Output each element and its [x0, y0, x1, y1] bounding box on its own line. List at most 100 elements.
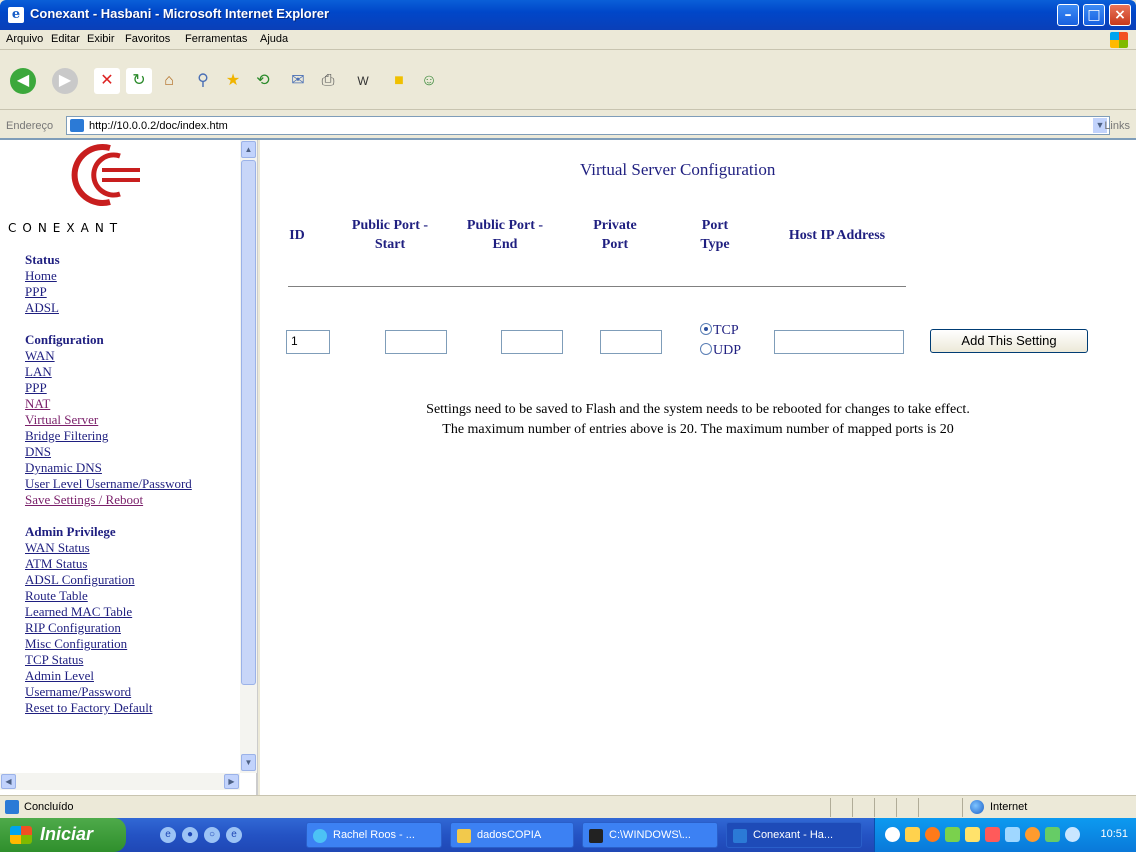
nav-learned-mac-table[interactable]: Learned MAC Table — [25, 604, 192, 620]
address-label: Endereço — [6, 120, 54, 132]
quicklaunch-icon[interactable]: e — [226, 827, 242, 843]
nav-vertical-scrollbar[interactable]: ▲ ▼ — [240, 140, 257, 773]
note-max-entries: The maximum number of entries above is 2… — [442, 422, 954, 437]
status-bar: Concluído Internet — [0, 795, 1136, 818]
tray-icon[interactable] — [1045, 827, 1060, 842]
scroll-up-icon[interactable]: ▲ — [241, 141, 256, 158]
nav-reset-factory-default[interactable]: Reset to Factory Default — [25, 700, 192, 716]
radio-udp-indicator[interactable] — [700, 343, 712, 355]
nav-nat[interactable]: NAT — [25, 396, 192, 412]
maximize-button[interactable]: □ — [1083, 4, 1105, 26]
tray-icon[interactable] — [945, 827, 960, 842]
nav-wan[interactable]: WAN — [25, 348, 192, 364]
nav-adsl-configuration[interactable]: ADSL Configuration — [25, 572, 192, 588]
minimize-button[interactable]: – — [1057, 4, 1079, 26]
close-button[interactable]: × — [1109, 4, 1131, 26]
favorites-icon[interactable]: ★ — [220, 68, 246, 94]
print-icon[interactable]: ⎙ — [315, 68, 341, 94]
tray-icon[interactable] — [1025, 827, 1040, 842]
nav-username-password[interactable]: Username/Password — [25, 684, 192, 700]
nav-horizontal-scrollbar[interactable]: ◀ ▶ — [0, 773, 240, 790]
back-icon[interactable]: ◀ — [10, 68, 36, 94]
refresh-icon[interactable]: ↻ — [126, 68, 152, 94]
stop-icon[interactable]: ✕ — [94, 68, 120, 94]
tray-star-icon[interactable] — [965, 827, 980, 842]
id-input[interactable]: 1 — [286, 330, 330, 354]
task-conexant[interactable]: Conexant - Ha... — [726, 822, 862, 848]
quicklaunch-icon[interactable]: ● — [182, 827, 198, 843]
search-icon[interactable]: ⚲ — [190, 68, 216, 94]
quicklaunch-icon[interactable]: e — [160, 827, 176, 843]
page-title: Virtual Server Configuration — [580, 160, 776, 179]
status-divider — [962, 798, 963, 817]
nav-user-level-password[interactable]: User Level Username/Password — [25, 476, 192, 492]
radio-tcp[interactable]: TCP — [700, 323, 739, 339]
page-done-icon — [5, 800, 19, 814]
scroll-left-icon[interactable]: ◀ — [1, 774, 16, 789]
messenger-icon — [313, 829, 327, 843]
nav-save-reboot[interactable]: Save Settings / Reboot — [25, 492, 192, 508]
nav-tcp-status[interactable]: TCP Status — [25, 652, 192, 668]
nav-lan[interactable]: LAN — [25, 364, 192, 380]
scroll-thumb[interactable] — [241, 160, 256, 685]
nav-bridge-filtering[interactable]: Bridge Filtering — [25, 428, 192, 444]
nav-misc-configuration[interactable]: Misc Configuration — [25, 636, 192, 652]
tray-network-icon[interactable] — [1005, 827, 1020, 842]
host-ip-input[interactable] — [774, 330, 904, 354]
scroll-down-icon[interactable]: ▼ — [241, 754, 256, 771]
address-input[interactable]: http://10.0.0.2/doc/index.htm ▼ — [66, 116, 1110, 135]
scroll-right-icon[interactable]: ▶ — [224, 774, 239, 789]
ie-window: e Conexant - Hasbani - Microsoft Interne… — [0, 0, 1136, 852]
tray-icon[interactable] — [885, 827, 900, 842]
menu-favoritos[interactable]: Favoritos — [125, 33, 170, 45]
tray-icon[interactable] — [985, 827, 1000, 842]
home-icon[interactable]: ⌂ — [156, 68, 182, 94]
task-dadoscopia[interactable]: dadosCOPIA — [450, 822, 574, 848]
start-label: Iniciar — [40, 824, 94, 844]
nav-home[interactable]: Home — [25, 268, 192, 284]
nav-adsl[interactable]: ADSL — [25, 300, 192, 316]
quicklaunch-search-icon[interactable]: ○ — [204, 827, 220, 843]
menu-ferramentas[interactable]: Ferramentas — [185, 33, 247, 45]
nav-route-table[interactable]: Route Table — [25, 588, 192, 604]
menu-exibir[interactable]: Exibir — [87, 33, 115, 45]
links-button[interactable]: Links — [1104, 120, 1130, 132]
radio-udp[interactable]: UDP — [700, 343, 741, 359]
title-bar[interactable]: e Conexant - Hasbani - Microsoft Interne… — [0, 0, 1136, 30]
radio-tcp-indicator[interactable] — [700, 323, 712, 335]
nav-dns[interactable]: DNS — [25, 444, 192, 460]
menu-bar: Arquivo Editar Exibir Favoritos Ferramen… — [0, 30, 1136, 50]
header-private-port: Private Port — [585, 216, 645, 254]
status-text: Concluído — [24, 801, 74, 813]
note-icon[interactable]: ■ — [386, 68, 412, 94]
nav-rip-configuration[interactable]: RIP Configuration — [25, 620, 192, 636]
page-icon — [70, 119, 84, 132]
forward-icon[interactable]: ▶ — [52, 68, 78, 94]
task-cmd[interactable]: C:\WINDOWS\... — [582, 822, 718, 848]
start-button[interactable]: Iniciar — [0, 818, 126, 852]
messenger-icon[interactable]: ☺ — [416, 68, 442, 94]
mail-icon[interactable]: ✉ — [285, 68, 311, 94]
internet-zone-icon — [970, 800, 984, 814]
history-icon[interactable]: ⟲ — [250, 68, 276, 94]
ie-icon: e — [8, 7, 24, 23]
public-port-start-input[interactable] — [385, 330, 447, 354]
menu-editar[interactable]: Editar — [51, 33, 80, 45]
menu-arquivo[interactable]: Arquivo — [6, 33, 43, 45]
tray-search-icon[interactable] — [1065, 827, 1080, 842]
public-port-end-input[interactable] — [501, 330, 563, 354]
task-rachel-roos[interactable]: Rachel Roos - ... — [306, 822, 442, 848]
private-port-input[interactable] — [600, 330, 662, 354]
tray-icon[interactable] — [905, 827, 920, 842]
nav-wan-status[interactable]: WAN Status — [25, 540, 192, 556]
nav-virtual-server[interactable]: Virtual Server — [25, 412, 192, 428]
nav-dynamic-dns[interactable]: Dynamic DNS — [25, 460, 192, 476]
edit-icon[interactable]: W — [350, 68, 376, 94]
tray-icon[interactable] — [925, 827, 940, 842]
nav-atm-status[interactable]: ATM Status — [25, 556, 192, 572]
nav-ppp-status[interactable]: PPP — [25, 284, 192, 300]
nav-ppp[interactable]: PPP — [25, 380, 192, 396]
nav-admin-level[interactable]: Admin Level — [25, 668, 192, 684]
menu-ajuda[interactable]: Ajuda — [260, 33, 288, 45]
add-setting-button[interactable]: Add This Setting — [930, 329, 1088, 353]
